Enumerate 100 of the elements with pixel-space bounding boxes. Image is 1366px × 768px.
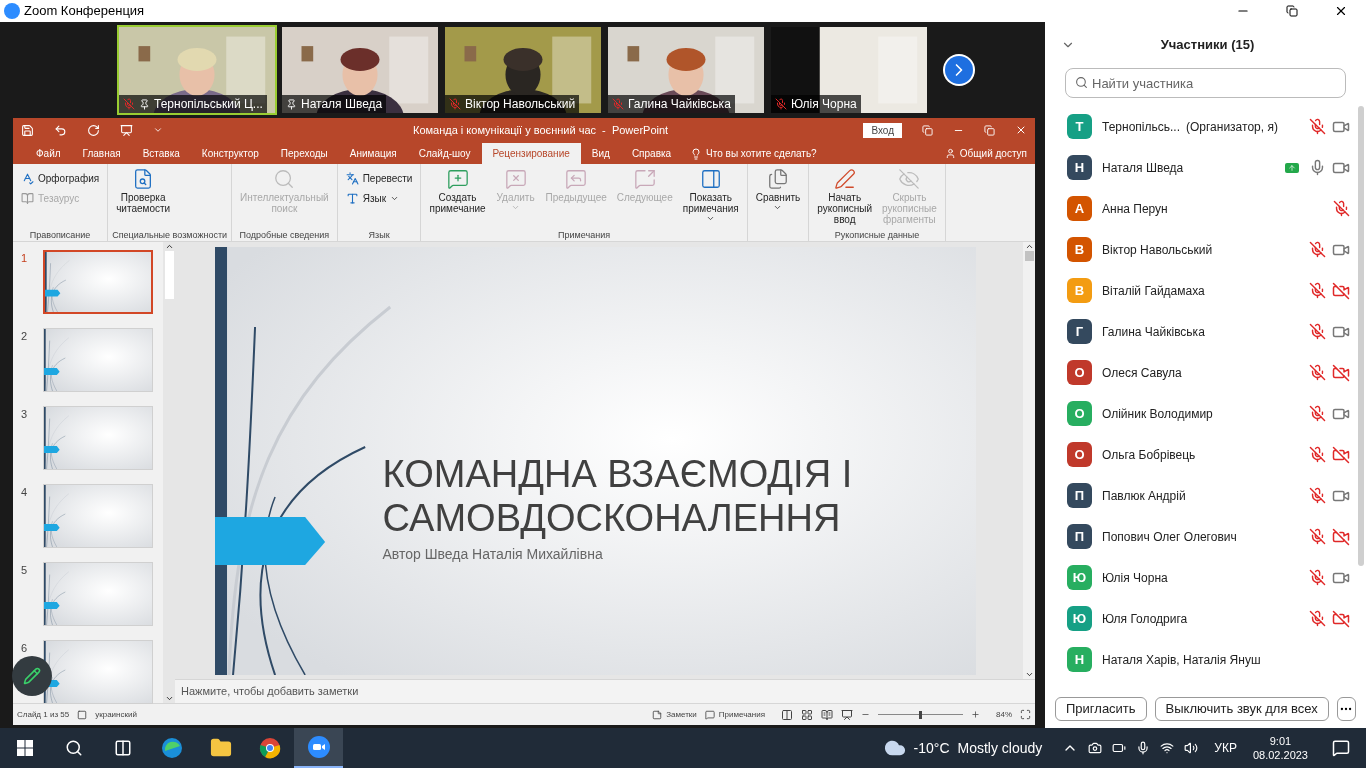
video-tile[interactable]: Галина Чайківська xyxy=(606,25,766,115)
participant-row[interactable]: В Віталій Гайдамаха xyxy=(1045,270,1356,311)
participant-row[interactable]: О Олеся Савула xyxy=(1045,352,1356,393)
ribbon-button[interactable]: Начать рукописный ввод xyxy=(813,164,877,225)
camera-off-icon xyxy=(1332,445,1350,464)
participant-name: Юлія Чорна xyxy=(1102,569,1168,587)
zoom-in-icon xyxy=(971,710,980,719)
participant-row[interactable]: В Віктор Навольський xyxy=(1045,229,1356,270)
fit-slide-icon xyxy=(1020,709,1031,720)
participant-row[interactable]: Н Наталя Шведа xyxy=(1045,147,1356,188)
new-comment-icon xyxy=(446,168,469,190)
chrome-icon xyxy=(258,737,281,759)
avatar: Ю xyxy=(1067,565,1092,590)
participant-row[interactable]: А Анна Перун xyxy=(1045,188,1356,229)
share-button[interactable]: Общий доступ xyxy=(936,143,1035,164)
ribbon-tab[interactable]: Справка xyxy=(620,143,683,164)
comment-icon xyxy=(704,709,715,720)
participant-name: Галина Чайківська xyxy=(1102,323,1205,341)
avatar: А xyxy=(1067,196,1092,221)
panel-title: Участники (15) xyxy=(1159,36,1256,55)
video-tile[interactable]: Юлія Чорна xyxy=(769,25,929,115)
ribbon-tab[interactable]: Файл xyxy=(25,143,72,164)
search-field[interactable]: Найти участника xyxy=(1065,68,1346,98)
camera-off-icon xyxy=(1332,363,1350,382)
scrollbar[interactable] xyxy=(1023,242,1035,679)
muted-mic-icon xyxy=(1309,487,1326,504)
slide-title: КОМАНДНА ВЗАЄМОДІЯ І САМОВДОСКОНАЛЕННЯ xyxy=(382,451,854,540)
avatar: В xyxy=(1067,278,1092,303)
temperature: -10°C xyxy=(913,738,950,758)
comments-button[interactable]: Примечания xyxy=(704,708,765,721)
avatar: П xyxy=(1067,483,1092,508)
hide-ink-icon xyxy=(898,168,921,190)
tell-me-field[interactable]: Что вы хотите сделать? xyxy=(706,146,817,161)
ribbon-display-icon xyxy=(922,124,933,136)
ribbon-tab[interactable]: Переходы xyxy=(269,143,339,164)
ribbon-button[interactable]: Проверка читаемости xyxy=(112,164,175,214)
pin-icon xyxy=(286,98,297,110)
notes-button[interactable]: Заметки xyxy=(652,708,697,721)
panel-button[interactable]: Выключить звук для всех xyxy=(1154,697,1329,721)
participant-row[interactable]: Ю Юля Голодрига xyxy=(1045,598,1356,639)
ribbon-tab[interactable]: Главная xyxy=(71,143,132,164)
caret-icon xyxy=(153,125,163,135)
annotate-button[interactable] xyxy=(12,656,52,696)
document-title: Команда і комунікації у воєнний час - PowerPoint xyxy=(413,122,669,138)
video-tile[interactable]: Тернопільський Ц... xyxy=(117,25,277,115)
avatar: Г xyxy=(1067,319,1092,344)
ribbon-tab[interactable]: Конструктор xyxy=(190,143,270,164)
muted-mic-icon xyxy=(1309,610,1326,627)
slide-counter: Слайд 1 из 55 xyxy=(17,708,70,721)
participant-row[interactable]: Ю Юлія Чорна xyxy=(1045,557,1356,598)
ribbon-button[interactable]: Орфография xyxy=(17,168,104,188)
muted-mic-icon xyxy=(449,98,461,110)
more-button[interactable] xyxy=(1336,697,1356,721)
slide-number: 1 xyxy=(21,251,29,266)
taskbar-app[interactable] xyxy=(294,728,343,768)
participant-row[interactable]: О Ольга Бобрівець xyxy=(1045,434,1356,475)
scrollbar[interactable] xyxy=(163,242,175,703)
video-tile[interactable]: Наталя Шведа xyxy=(280,25,440,115)
video-tile[interactable]: Віктор Навольський xyxy=(443,25,603,115)
ribbon-button[interactable]: Создать примечание xyxy=(425,164,490,214)
language-indicator[interactable]: УКР xyxy=(1214,739,1237,757)
notification-icon xyxy=(1332,739,1350,757)
participant-name: Олійник Володимир xyxy=(1102,405,1213,423)
slide-number: 2 xyxy=(21,329,29,344)
participant-row[interactable]: Г Галина Чайківська xyxy=(1045,311,1356,352)
participant-row[interactable]: Т Тернопільсь... (Организатор, я) xyxy=(1045,106,1356,147)
slide-subtitle: Автор Шведа Наталія Михайлівна xyxy=(382,544,604,564)
scroll-thumb[interactable] xyxy=(164,251,174,299)
slider-thumb[interactable] xyxy=(919,710,922,719)
ribbon-tab[interactable]: Анимация xyxy=(338,143,408,164)
ribbon-button[interactable]: Язык xyxy=(341,188,417,208)
participant-name: Юлія Чорна xyxy=(791,96,857,113)
ribbon-button[interactable]: Сравнить xyxy=(751,164,805,212)
ribbon-button[interactable]: Показать примечания xyxy=(678,164,743,223)
participant-name: Олеся Савула xyxy=(1102,364,1182,382)
sign-in-button[interactable]: Вход xyxy=(863,122,902,138)
pin-icon xyxy=(139,98,150,110)
caret-icon xyxy=(511,203,521,212)
muted-mic-icon xyxy=(1309,446,1326,463)
ribbon-tab[interactable]: Рецензирование xyxy=(481,143,581,164)
participant-row[interactable]: О Олійник Володимир xyxy=(1045,393,1356,434)
participant-row[interactable]: П Попович Олег Олегович xyxy=(1045,516,1356,557)
ribbon-tab[interactable]: Вид xyxy=(580,143,621,164)
muted-mic-icon xyxy=(1309,241,1326,258)
scroll-down-icon xyxy=(1024,670,1034,679)
zoom-slider[interactable] xyxy=(878,710,963,719)
undo-icon xyxy=(54,123,67,137)
avatar: О xyxy=(1067,401,1092,426)
avatar: Ю xyxy=(1067,606,1092,631)
ribbon-tab[interactable]: Вставка xyxy=(131,143,191,164)
next-page-button[interactable] xyxy=(943,54,975,86)
ribbon-button[interactable]: Перевести xyxy=(341,168,417,188)
ribbon-tab[interactable]: Слайд-шоу xyxy=(407,143,482,164)
participant-row[interactable]: Н Наталя Харів, Наталія Януш xyxy=(1045,639,1356,680)
notes-area[interactable]: Нажмите, чтобы добавить заметки xyxy=(175,679,1035,703)
panel-button[interactable]: Пригласить xyxy=(1055,697,1147,721)
participant-row[interactable]: П Павлюк Андрій xyxy=(1045,475,1356,516)
participant-name: Наталя Шведа xyxy=(301,96,383,113)
scroll-thumb[interactable] xyxy=(1024,251,1034,261)
slide-thumbnail[interactable] xyxy=(43,250,153,314)
